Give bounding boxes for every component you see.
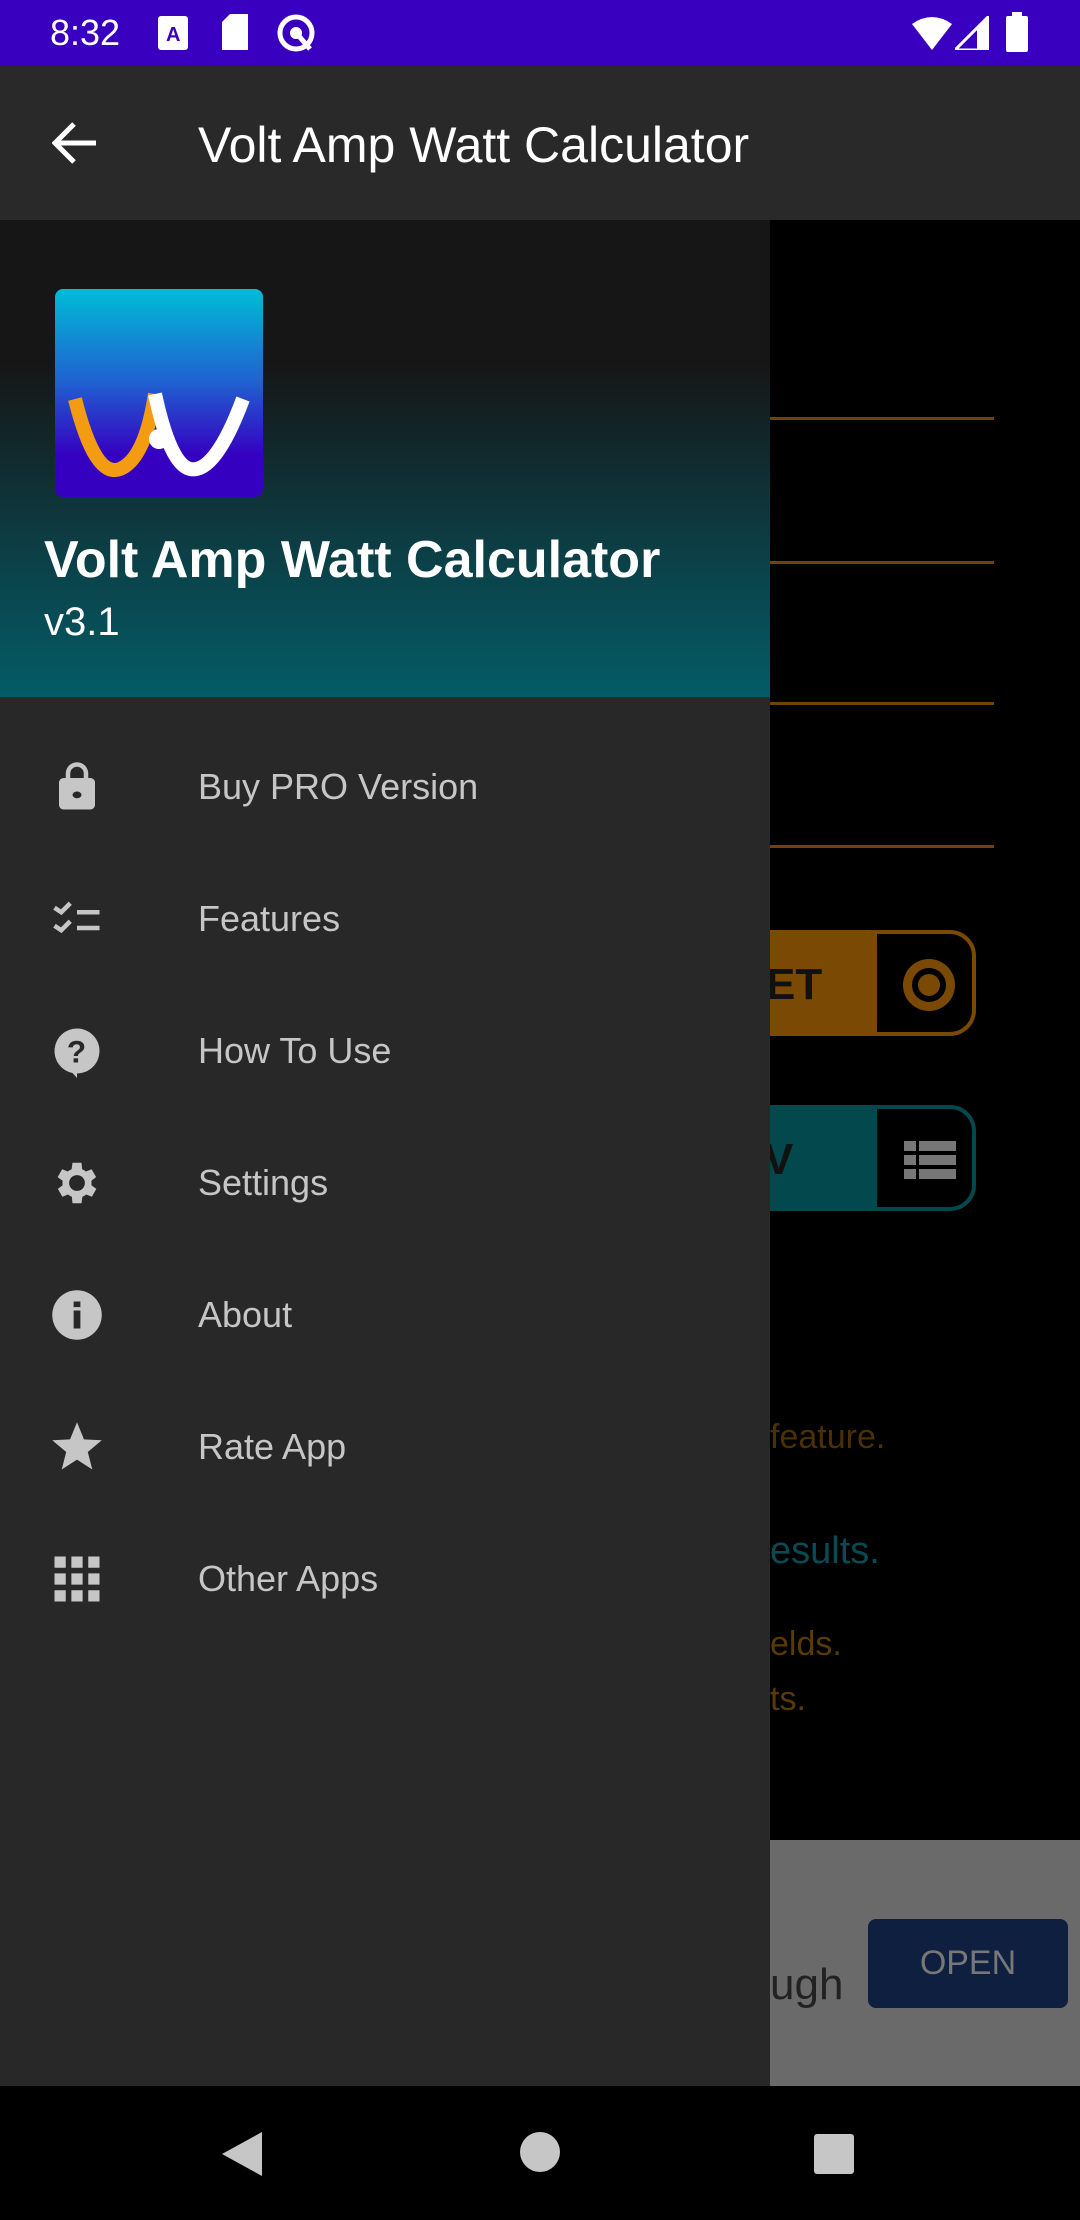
menu-item-about[interactable]: About: [0, 1248, 770, 1380]
menu-item-buy-pro[interactable]: Buy PRO Version: [0, 720, 770, 852]
info-icon: [52, 1290, 102, 1340]
battery-icon: [1006, 12, 1028, 52]
recents-nav-icon[interactable]: [814, 2134, 854, 2174]
font-icon: A: [158, 16, 188, 50]
navigation-drawer: Volt Amp Watt Calculator v3.1 Buy PRO Ve…: [0, 220, 770, 2086]
drawer-app-name: Volt Amp Watt Calculator: [44, 531, 661, 589]
back-nav-icon[interactable]: [222, 2132, 262, 2176]
list-icon: [904, 1141, 956, 1179]
hint-text: feature.: [770, 1418, 886, 1456]
hint-text: esults.: [770, 1530, 880, 1572]
apps-grid-icon: [54, 1556, 100, 1602]
gear-icon: [57, 1162, 97, 1204]
menu-item-rate-app[interactable]: Rate App: [0, 1380, 770, 1512]
status-time: 8:32: [50, 12, 121, 53]
status-bar: 8:32 A: [0, 0, 1080, 66]
ad-open-button[interactable]: OPEN: [868, 1919, 1068, 2008]
help-icon: ?: [54, 1028, 100, 1078]
checklist-icon: [53, 901, 100, 934]
input-underline: [770, 845, 994, 848]
star-icon: [52, 1422, 102, 1470]
menu-item-settings[interactable]: Settings: [0, 1116, 770, 1248]
menu-item-other-apps[interactable]: Other Apps: [0, 1512, 770, 1644]
ad-banner: ugh OPEN: [770, 1840, 1080, 2086]
input-underline: [770, 417, 994, 420]
app-title: Volt Amp Watt Calculator: [198, 117, 750, 173]
arrow-back-icon[interactable]: [52, 120, 98, 166]
signal-icon: [955, 16, 989, 50]
svg-text:A: A: [166, 24, 180, 46]
sd-card-icon: [222, 14, 248, 50]
lock-icon: [59, 762, 95, 810]
input-underline: [770, 702, 994, 705]
home-nav-icon[interactable]: [520, 2132, 560, 2172]
wifi-icon: [912, 17, 952, 50]
reset-icon: [903, 959, 955, 1011]
drawer-header: Volt Amp Watt Calculator v3.1: [0, 220, 770, 697]
app-bar: Volt Amp Watt Calculator: [0, 66, 1080, 220]
drawer-version: v3.1: [44, 600, 120, 644]
input-underline: [770, 561, 994, 564]
hint-text: elds.: [770, 1625, 842, 1663]
system-nav-bar: [0, 2086, 1080, 2220]
hint-text: ts.: [770, 1680, 806, 1718]
menu-item-how-to-use[interactable]: ? How To Use: [0, 984, 770, 1116]
svg-text:?: ?: [67, 1033, 86, 1069]
menu-item-features[interactable]: Features: [0, 852, 770, 984]
vpn-icon: [277, 14, 315, 52]
app-logo: [55, 289, 263, 497]
